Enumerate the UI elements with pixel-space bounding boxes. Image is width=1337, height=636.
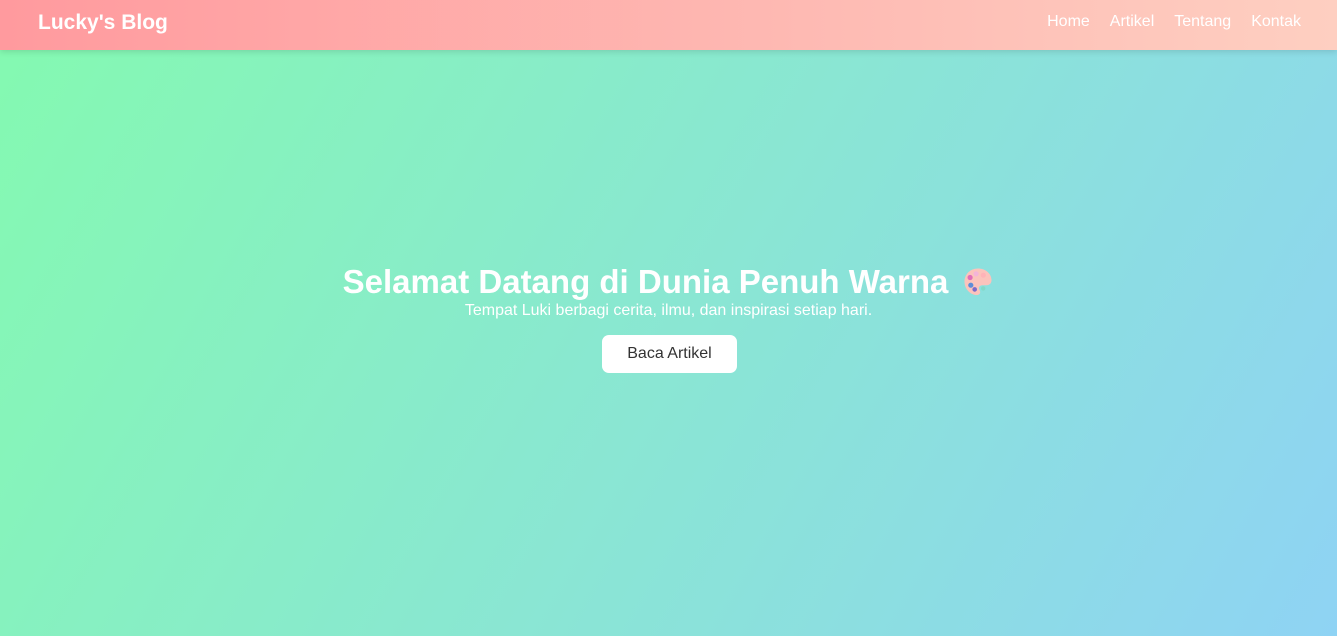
hero-title: Selamat Datang di Dunia Penuh Warna (0, 261, 1337, 303)
nav-link-tentang[interactable]: Tentang (1174, 13, 1231, 30)
nav-link-artikel[interactable]: Artikel (1110, 13, 1154, 30)
nav-item-kontak: Kontak (1251, 13, 1301, 31)
nav-link-kontak[interactable]: Kontak (1251, 13, 1301, 30)
site-logo[interactable]: Lucky's Blog (38, 11, 168, 35)
palette-icon (964, 268, 992, 295)
nav-link-home[interactable]: Home (1047, 13, 1090, 30)
hero-title-text: Selamat Datang di Dunia Penuh Warna (342, 263, 949, 300)
hero-subtitle: Tempat Luki berbagi cerita, ilmu, dan in… (464, 302, 873, 319)
nav-item-home: Home (1047, 13, 1090, 31)
hero-section: Selamat Datang di Dunia Penuh Warna Temp… (0, 50, 1337, 636)
nav-menu: Home Artikel Tentang Kontak (1047, 13, 1301, 31)
navbar: Lucky's Blog Home Artikel Tentang Kontak (0, 0, 1337, 50)
nav-item-tentang: Tentang (1174, 13, 1231, 31)
nav-item-artikel: Artikel (1110, 13, 1154, 31)
read-articles-button[interactable]: Baca Artikel (602, 335, 737, 373)
page: Lucky's Blog Home Artikel Tentang Kontak… (0, 0, 1337, 636)
